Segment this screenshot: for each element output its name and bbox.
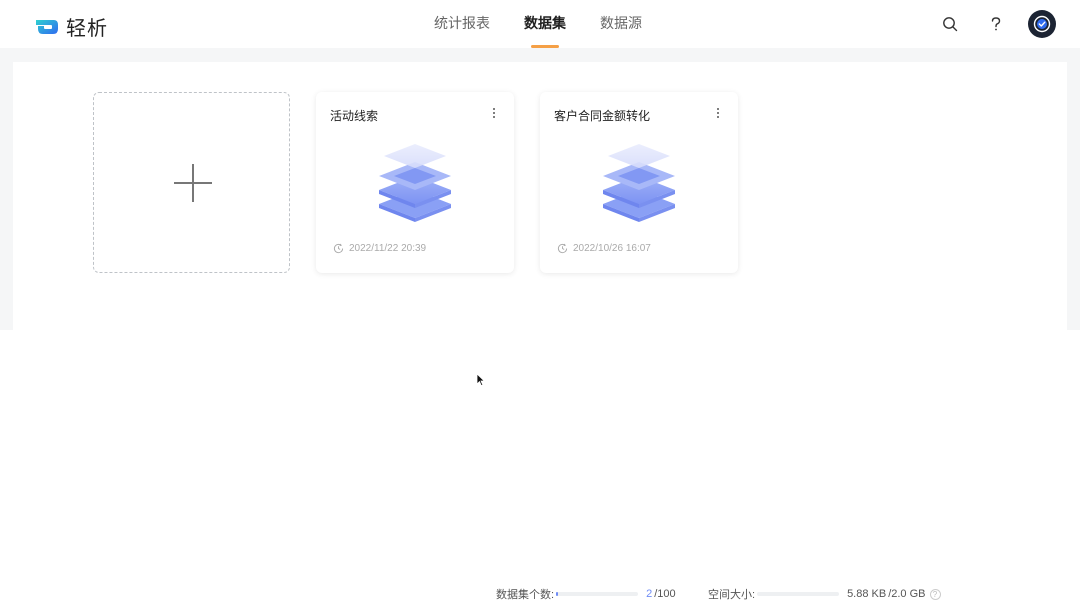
- main-nav: 统计报表 数据集 数据源: [434, 0, 642, 48]
- more-icon[interactable]: [488, 106, 500, 120]
- space-label: 空间大小:: [708, 589, 756, 601]
- header-actions: [936, 10, 1056, 38]
- dataset-updated: 2022/10/26 16:07: [557, 243, 651, 254]
- dataset-count-used: 2: [646, 588, 653, 600]
- dataset-timestamp: 2022/11/22 20:39: [349, 243, 427, 254]
- mouse-cursor-icon: [476, 373, 486, 387]
- top-header: 轻析 统计报表 数据集 数据源: [0, 0, 1080, 48]
- info-icon[interactable]: ?: [929, 588, 941, 600]
- dataset-updated: 2022/11/22 20:39: [333, 243, 426, 254]
- app-logo[interactable]: 轻析: [34, 12, 108, 41]
- add-dataset-card[interactable]: [93, 92, 290, 273]
- dataset-layers-icon: [379, 144, 451, 222]
- check-circle-icon: [1033, 15, 1051, 33]
- dataset-timestamp: 2022/10/26 16:07: [573, 243, 651, 254]
- dataset-card[interactable]: 活动线索 2022/11/22 20:39: [316, 92, 514, 273]
- dataset-layers-icon: [603, 144, 675, 222]
- dataset-count-bar-fill: [556, 592, 558, 596]
- dataset-count-bar: [556, 592, 639, 596]
- app-name: 轻析: [66, 16, 108, 40]
- dataset-title: 客户合同金额转化: [554, 109, 651, 123]
- dataset-count-total: /100: [654, 588, 676, 600]
- search-icon[interactable]: [936, 10, 964, 38]
- help-icon[interactable]: [982, 10, 1010, 38]
- clock-icon: [333, 243, 344, 254]
- space-used: 5.88 KB: [847, 588, 887, 600]
- clock-icon: [557, 243, 568, 254]
- space-bar: [757, 592, 840, 596]
- tab-reports[interactable]: 统计报表: [434, 0, 490, 48]
- dataset-title: 活动线索: [330, 109, 379, 123]
- tab-datasets[interactable]: 数据集: [524, 0, 566, 48]
- logo-mark-icon: [36, 19, 58, 34]
- avatar[interactable]: [1028, 10, 1056, 38]
- dataset-count-label: 数据集个数:: [496, 589, 555, 601]
- usage-footer: 数据集个数: 2 /100 空间大小: 5.88 KB /2.0 GB ?: [0, 583, 1080, 603]
- dataset-card[interactable]: 客户合同金额转化 2022/10/26 16:07: [540, 92, 738, 273]
- space-stat: 空间大小: 5.88 KB /2.0 GB ?: [708, 586, 941, 602]
- tab-datasources[interactable]: 数据源: [600, 0, 642, 48]
- more-icon[interactable]: [712, 106, 724, 120]
- dataset-count-stat: 数据集个数: 2 /100: [496, 586, 676, 602]
- space-total: /2.0 GB: [888, 588, 926, 600]
